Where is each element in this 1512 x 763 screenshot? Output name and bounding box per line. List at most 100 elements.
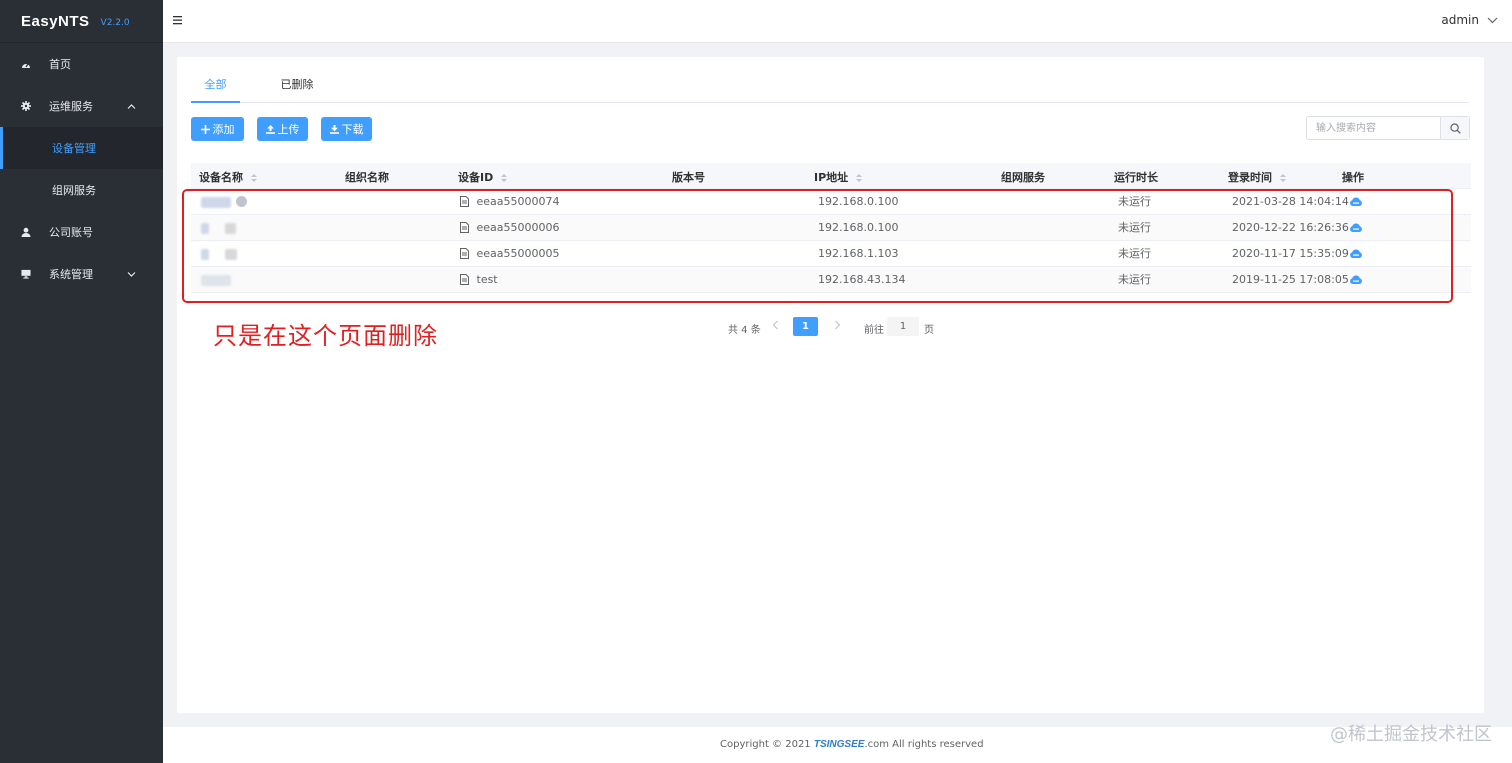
sidebar-item-label: 首页 [49, 58, 71, 71]
username: admin [1441, 13, 1479, 27]
sort-icon [1279, 174, 1286, 182]
sidebar-item-label: 设备管理 [52, 142, 96, 155]
pagination-goto-input[interactable] [887, 317, 919, 336]
login-time-cell: 2021-03-28 14:04:14 [1232, 195, 1349, 208]
login-time-cell: 2019-11-25 17:08:05 [1232, 273, 1349, 286]
runtime-cell: 未运行 [1118, 273, 1151, 286]
monitor-icon [21, 269, 31, 279]
cloud-icon[interactable] [1349, 196, 1363, 207]
download-button[interactable]: 下载 [321, 117, 372, 141]
search-box [1306, 116, 1470, 140]
plus-icon [200, 124, 210, 134]
login-time-cell: 2020-12-22 16:26:36 [1232, 221, 1349, 234]
pagination-total: 共 4 条 [728, 325, 761, 336]
pagination-goto-label: 前往 [864, 325, 884, 336]
ip-cell: 192.168.43.134 [818, 273, 906, 286]
pagination-page-current[interactable]: 1 [793, 317, 818, 336]
sort-icon [250, 174, 257, 182]
col-version: 版本号 [672, 171, 705, 184]
chevron-down-icon [127, 268, 136, 281]
dashboard-icon [21, 59, 31, 69]
sidebar-item-home[interactable]: 首页 [0, 43, 163, 85]
runtime-cell: 未运行 [1118, 247, 1151, 260]
sort-icon [501, 174, 508, 182]
sidebar-item-system-management[interactable]: 系统管理 [0, 253, 163, 295]
chevron-up-icon [127, 100, 136, 113]
device-name-redacted [201, 197, 231, 208]
sidebar-item-ops-service[interactable]: 运维服务 [0, 85, 163, 127]
login-time-cell: 2020-11-17 15:35:09 [1232, 247, 1349, 260]
table-row: eeaa55000005 192.168.1.103 未运行 2020-11-1… [191, 241, 1471, 267]
device-name-redacted [225, 249, 237, 260]
ip-cell: 192.168.0.100 [818, 221, 899, 234]
col-network-service: 组网服务 [1001, 171, 1045, 184]
sidebar-item-label: 组网服务 [52, 184, 96, 197]
upload-button[interactable]: 上传 [257, 117, 308, 141]
sidebar-item-network-service[interactable]: 组网服务 [0, 169, 163, 211]
device-id-cell: eeaa55000006 [460, 215, 560, 241]
sidebar-menu: 首页 运维服务 设备管理 组网服务 公司账号 系统管理 [0, 43, 163, 295]
device-table: 设备名称 组织名称 设备ID 版本号 IP地址 组网服务 运行时长 登录时间 操… [191, 163, 1471, 293]
download-button-label: 下载 [341, 123, 364, 136]
runtime-cell: 未运行 [1118, 221, 1151, 234]
table-row: eeaa55000006 192.168.0.100 未运行 2020-12-2… [191, 215, 1471, 241]
cloud-icon[interactable] [1349, 248, 1363, 259]
download-icon [329, 124, 339, 134]
tab-deleted[interactable]: 已删除 [280, 71, 314, 102]
sidebar-item-label: 系统管理 [49, 268, 93, 281]
search-button[interactable] [1440, 117, 1469, 139]
device-name-redacted [201, 275, 231, 286]
sidebar-item-label: 运维服务 [49, 100, 93, 113]
col-ip-address[interactable]: IP地址 [814, 163, 862, 189]
app-version: V2.2.0 [100, 17, 130, 28]
gear-icon [21, 101, 31, 111]
chevron-right-icon[interactable] [834, 320, 841, 333]
add-button-label: 添加 [212, 123, 235, 136]
chevron-down-icon [1487, 17, 1498, 23]
device-name-redacted [201, 249, 209, 260]
pagination-page-unit: 页 [924, 325, 934, 336]
device-name-redacted [201, 223, 209, 234]
table-row: eeaa55000074 192.168.0.100 未运行 2021-03-2… [191, 189, 1471, 215]
ip-cell: 192.168.0.100 [818, 195, 899, 208]
main-card: 全部 已删除 添加 上传 下载 设备名称 组织名称 设备ID 版本号 [177, 57, 1484, 713]
sidebar-item-label: 公司账号 [49, 226, 93, 239]
ip-cell: 192.168.1.103 [818, 247, 899, 260]
col-runtime: 运行时长 [1114, 171, 1158, 184]
sidebar-item-company-account[interactable]: 公司账号 [0, 211, 163, 253]
watermark: @稀土掘金技术社区 [1330, 724, 1492, 745]
file-icon [460, 195, 469, 207]
runtime-cell: 未运行 [1118, 195, 1151, 208]
tab-all[interactable]: 全部 [191, 71, 240, 103]
cloud-icon[interactable] [1349, 222, 1363, 233]
user-dropdown[interactable]: admin [1441, 13, 1498, 27]
cloud-icon[interactable] [1349, 274, 1363, 285]
upload-icon [265, 124, 275, 134]
add-button[interactable]: 添加 [191, 117, 244, 141]
sidebar: EasyNTS V2.2.0 首页 运维服务 设备管理 组网服务 公司账号 系统… [0, 0, 163, 763]
col-device-id[interactable]: 设备ID [458, 163, 508, 189]
copyright: Copyright © 2021 TSINGSEE.com All rights… [720, 739, 984, 750]
chevron-left-icon[interactable] [772, 320, 779, 333]
col-device-name[interactable]: 设备名称 [199, 163, 257, 189]
file-icon [460, 273, 469, 285]
sort-icon [856, 174, 862, 182]
device-id-cell: eeaa55000074 [460, 189, 560, 215]
annotation-text: 只是在这个页面删除 [213, 322, 438, 350]
app-name: EasyNTS [21, 12, 90, 30]
search-icon [1449, 122, 1461, 134]
device-id-cell: test [460, 267, 498, 293]
search-input[interactable] [1307, 117, 1441, 139]
sidebar-item-device-management[interactable]: 设备管理 [0, 127, 163, 169]
topbar: admin [163, 0, 1512, 43]
device-name-redacted [225, 223, 236, 234]
brand: EasyNTS V2.2.0 [0, 0, 163, 43]
menu-toggle-icon[interactable] [173, 14, 184, 26]
col-login-time[interactable]: 登录时间 [1228, 163, 1286, 189]
file-icon [460, 247, 469, 259]
close-icon [236, 196, 247, 207]
table-row: test 192.168.43.134 未运行 2019-11-25 17:08… [191, 267, 1471, 293]
col-actions: 操作 [1342, 171, 1364, 184]
footer-brand: TSINGSEE [813, 739, 865, 750]
upload-button-label: 上传 [277, 123, 300, 136]
